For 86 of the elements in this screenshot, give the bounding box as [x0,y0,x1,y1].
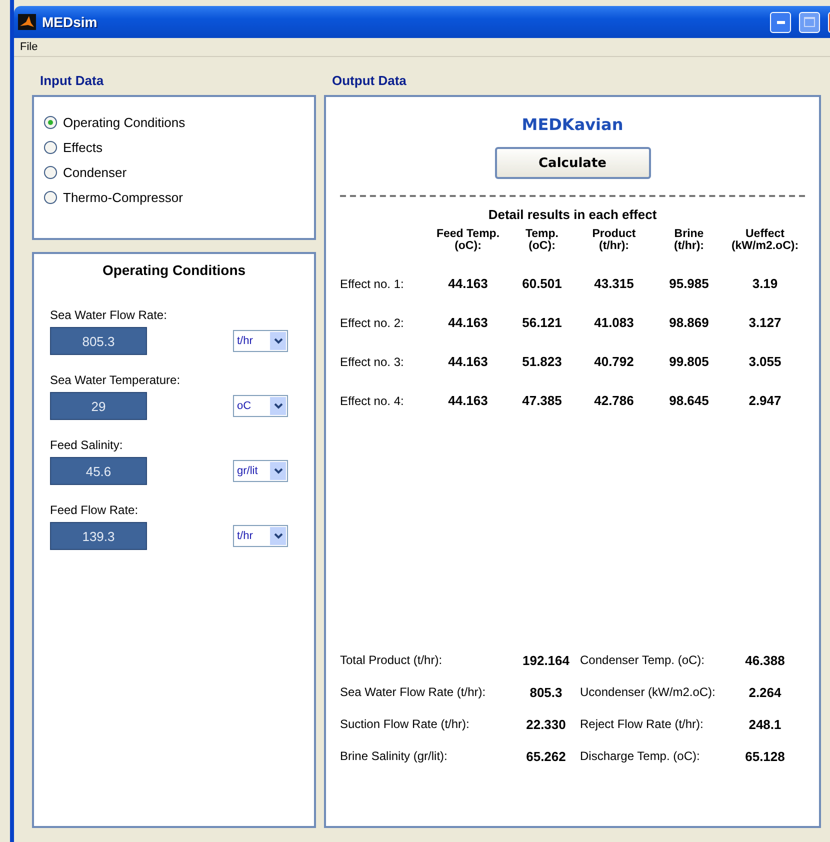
window-title: MEDsim [42,14,98,30]
field-label: Feed Flow Rate: [50,503,138,517]
table-cell-text: 3.19 [751,276,779,291]
result-value: 2.264 [748,685,782,700]
table-cell-text: 44.163 [447,276,489,291]
minimize-icon [776,20,784,24]
radio-option[interactable]: Operating Conditions [44,115,304,130]
result-label: Suction Flow Rate (t/hr): [340,717,470,732]
table-cell-text: 60.501 [521,276,563,291]
radio-option[interactable]: Condenser [44,165,304,180]
table-cell-text: 95.985 [668,276,710,291]
result-value: 248.1 [748,717,782,732]
table-cell-text: 3.127 [748,315,782,330]
maximize-button[interactable] [799,12,820,32]
value-field[interactable]: 139.3 [50,522,147,550]
radio-label: Operating Conditions [63,115,186,130]
panel-title: Operating Conditions [102,262,246,278]
app-logo-icon [18,14,36,30]
table-cell-text: 3.055 [748,354,782,369]
result-label: Sea Water Flow Rate (t/hr): [340,685,487,700]
table-cell-text: 40.792 [593,354,635,369]
column-header: Product (t/hr): [591,228,637,252]
table-cell-text: 47.385 [521,393,563,408]
column-header: Temp. (oC): [524,228,560,252]
result-value: 46.388 [744,653,786,668]
row-label: Effect no. 1: [340,276,405,290]
result-value: 805.3 [528,685,564,700]
row-label: Effect no. 3: [340,354,405,368]
value-field[interactable]: 805.3 [50,327,147,355]
result-value: 65.128 [744,749,786,764]
radio-label: Effects [63,140,103,155]
unit-dropdown[interactable]: gr/lit [233,460,288,482]
result-value: 22.330 [525,717,567,732]
column-header: Ueffect (kW/m2.oC): [730,228,800,252]
result-label: Total Product (t/hr): [340,653,444,668]
table-cell-text: 51.823 [521,354,563,369]
result-label: Ucondenser (kW/m2.oC): [580,685,716,700]
caret-icon [274,403,282,409]
brand-title: MEDKavian [522,115,624,134]
field-label: Sea Water Flow Rate: [50,308,167,322]
table-cell-text: 44.163 [447,315,489,330]
radio-option[interactable]: Effects [44,140,304,155]
result-value: 65.262 [525,749,567,764]
maximize-icon [804,17,815,27]
result-label: Reject Flow Rate (t/hr): [580,717,704,732]
row-label: Effect no. 2: [340,316,405,330]
table-title: Detail results in each effect [488,207,657,222]
table-cell-text: 56.121 [521,315,563,330]
unit-dropdown[interactable]: oC [233,395,288,417]
table-cell-text: 98.645 [668,393,710,408]
table-cell-text: 98.869 [668,315,710,330]
menu-item[interactable]: File [16,41,42,53]
table-cell-text: 44.163 [447,354,489,369]
radio-option[interactable]: Thermo-Compressor [44,190,304,205]
table-cell-text: 43.315 [593,276,635,291]
radio-label: Condenser [63,165,127,180]
radio-button[interactable] [44,141,57,154]
radio-button[interactable] [44,166,57,179]
value-field[interactable]: 45.6 [50,457,147,485]
minimize-button[interactable] [770,12,791,32]
result-value: 192.164 [522,653,570,668]
result-label: Brine Salinity (gr/lit): [340,749,448,764]
field-label: Feed Salinity: [50,438,123,452]
caret-icon [274,533,282,539]
column-header: Feed Temp. (oC): [435,228,501,252]
unit-dropdown[interactable]: t/hr [233,330,288,352]
calculate-button[interactable]: Calculate [494,147,650,179]
field-label: Sea Water Temperature: [50,373,180,387]
caret-icon [274,338,282,344]
radio-button[interactable] [44,116,57,129]
column-header: Brine (t/hr): [672,228,705,252]
result-label: Condenser Temp. (oC): [580,653,706,668]
result-label: Discharge Temp. (oC): [580,749,701,764]
table-cell-text: 41.083 [593,315,635,330]
unit-dropdown[interactable]: t/hr [233,525,288,547]
table-cell-text: 42.786 [593,393,635,408]
section-heading: Output Data [332,73,408,88]
value-field[interactable]: 29 [50,392,147,420]
table-cell-text: 2.947 [748,393,782,408]
caret-icon [274,468,282,474]
radio-button[interactable] [44,191,57,204]
radio-label: Thermo-Compressor [63,190,183,205]
row-label: Effect no. 4: [340,394,405,408]
section-heading: Input Data [40,73,105,88]
table-cell-text: 99.805 [668,354,710,369]
table-cell-text: 44.163 [447,393,489,408]
